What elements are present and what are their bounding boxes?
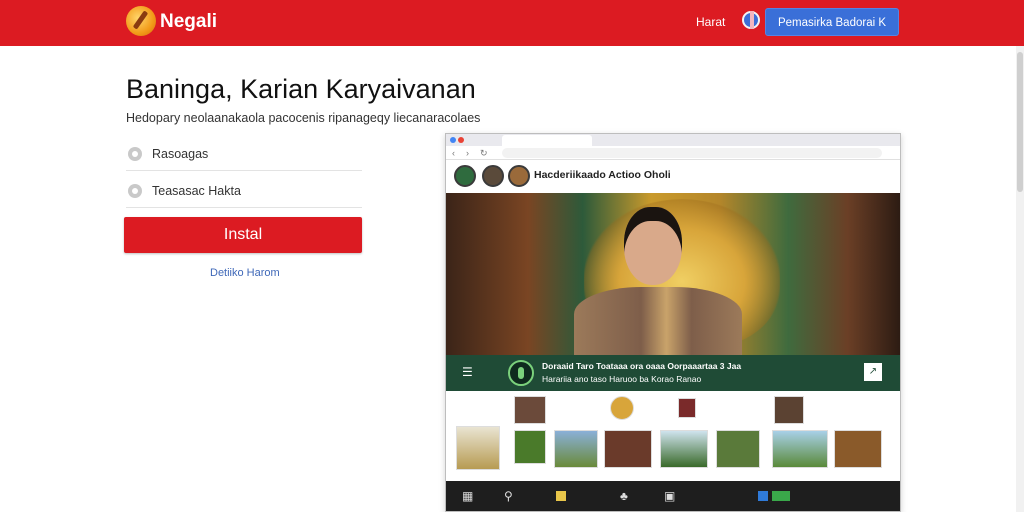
- preview-hero-image: [446, 193, 900, 355]
- url-field: [502, 148, 882, 158]
- banner-line-2: Harariia ano taso Haruoo ba Korao Ranao: [542, 374, 702, 384]
- avatar: [508, 165, 530, 187]
- browser-icon: [458, 137, 464, 143]
- expand-icon: ↗: [864, 363, 882, 381]
- brand-name[interactable]: Negali: [160, 11, 217, 33]
- option-row-2[interactable]: Teasasac Hakta: [126, 174, 362, 208]
- banner-line-1: Doraaid Taro Toataaa ora oaaa Oorpaaarta…: [542, 361, 742, 371]
- hero-person-body: [574, 287, 742, 355]
- thumbnail: [774, 396, 804, 424]
- avatar: [482, 165, 504, 187]
- menu-icon: ☰: [462, 365, 473, 379]
- banner-logo-icon: [508, 360, 534, 386]
- browser-tab-strip: [446, 134, 900, 146]
- app-preview-screenshot: ‹ › ↻ Hacderiikaado Actioo Oholi ☰ Doraa…: [445, 133, 901, 512]
- scrollbar-thumb[interactable]: [1017, 52, 1023, 192]
- thumbnail: [554, 430, 598, 468]
- back-icon: ‹: [452, 148, 455, 158]
- install-button[interactable]: Instal: [124, 217, 362, 253]
- option-row-1[interactable]: Rasoagas: [126, 137, 362, 171]
- top-bar: Negali Harat Pemasirka Badorai K: [0, 0, 1024, 46]
- preview-banner: ☰ Doraaid Taro Toataaa ora oaaa Oorpaaar…: [446, 355, 900, 391]
- folder-icon: [556, 491, 566, 501]
- forward-icon: ›: [466, 148, 469, 158]
- page-title: Baninga, Karian Karyaivanan: [126, 74, 476, 104]
- thumbnail: [514, 430, 546, 464]
- preview-taskbar: ▦ ⚲ ♣ ▣: [446, 481, 900, 511]
- hero-person-head: [624, 207, 682, 285]
- browser-tab: [502, 135, 592, 146]
- thumbnail: [716, 430, 760, 468]
- cta-button[interactable]: Pemasirka Badorai K: [765, 8, 899, 36]
- tray-icon: [758, 491, 768, 501]
- windows-icon: ▦: [462, 489, 474, 503]
- search-icon: ⚲: [504, 489, 513, 503]
- thumbnail: [604, 430, 652, 468]
- avatar: [454, 165, 476, 187]
- preview-header: Hacderiikaado Actioo Oholi: [446, 161, 900, 193]
- thumbnail: [456, 426, 500, 470]
- thumbnail: [514, 396, 546, 424]
- radio-icon[interactable]: [128, 147, 142, 161]
- app-logo-icon[interactable]: [126, 6, 156, 36]
- option-label: Teasasac Hakta: [152, 184, 241, 198]
- secondary-link[interactable]: Detiiko Harom: [210, 267, 280, 279]
- browser-address-bar: ‹ › ↻: [446, 146, 900, 160]
- recycle-icon: ♣: [620, 489, 628, 503]
- thumbnail: [834, 430, 882, 468]
- camera-icon: ▣: [664, 489, 676, 503]
- nav-link[interactable]: Harat: [696, 15, 725, 29]
- option-label: Rasoagas: [152, 147, 209, 161]
- thumbnail: [772, 430, 828, 468]
- thumbnail: [678, 398, 696, 418]
- globe-icon[interactable]: [742, 11, 760, 29]
- tray-icon: [772, 491, 790, 501]
- preview-header-text: Hacderiikaado Actioo Oholi: [534, 169, 671, 181]
- page-subtitle: Hedopary neolaanakaola pacocenis ripanag…: [126, 111, 481, 125]
- radio-icon[interactable]: [128, 184, 142, 198]
- thumbnail: [610, 396, 634, 420]
- thumbnail: [660, 430, 708, 468]
- reload-icon: ↻: [480, 148, 488, 158]
- browser-icon: [450, 137, 456, 143]
